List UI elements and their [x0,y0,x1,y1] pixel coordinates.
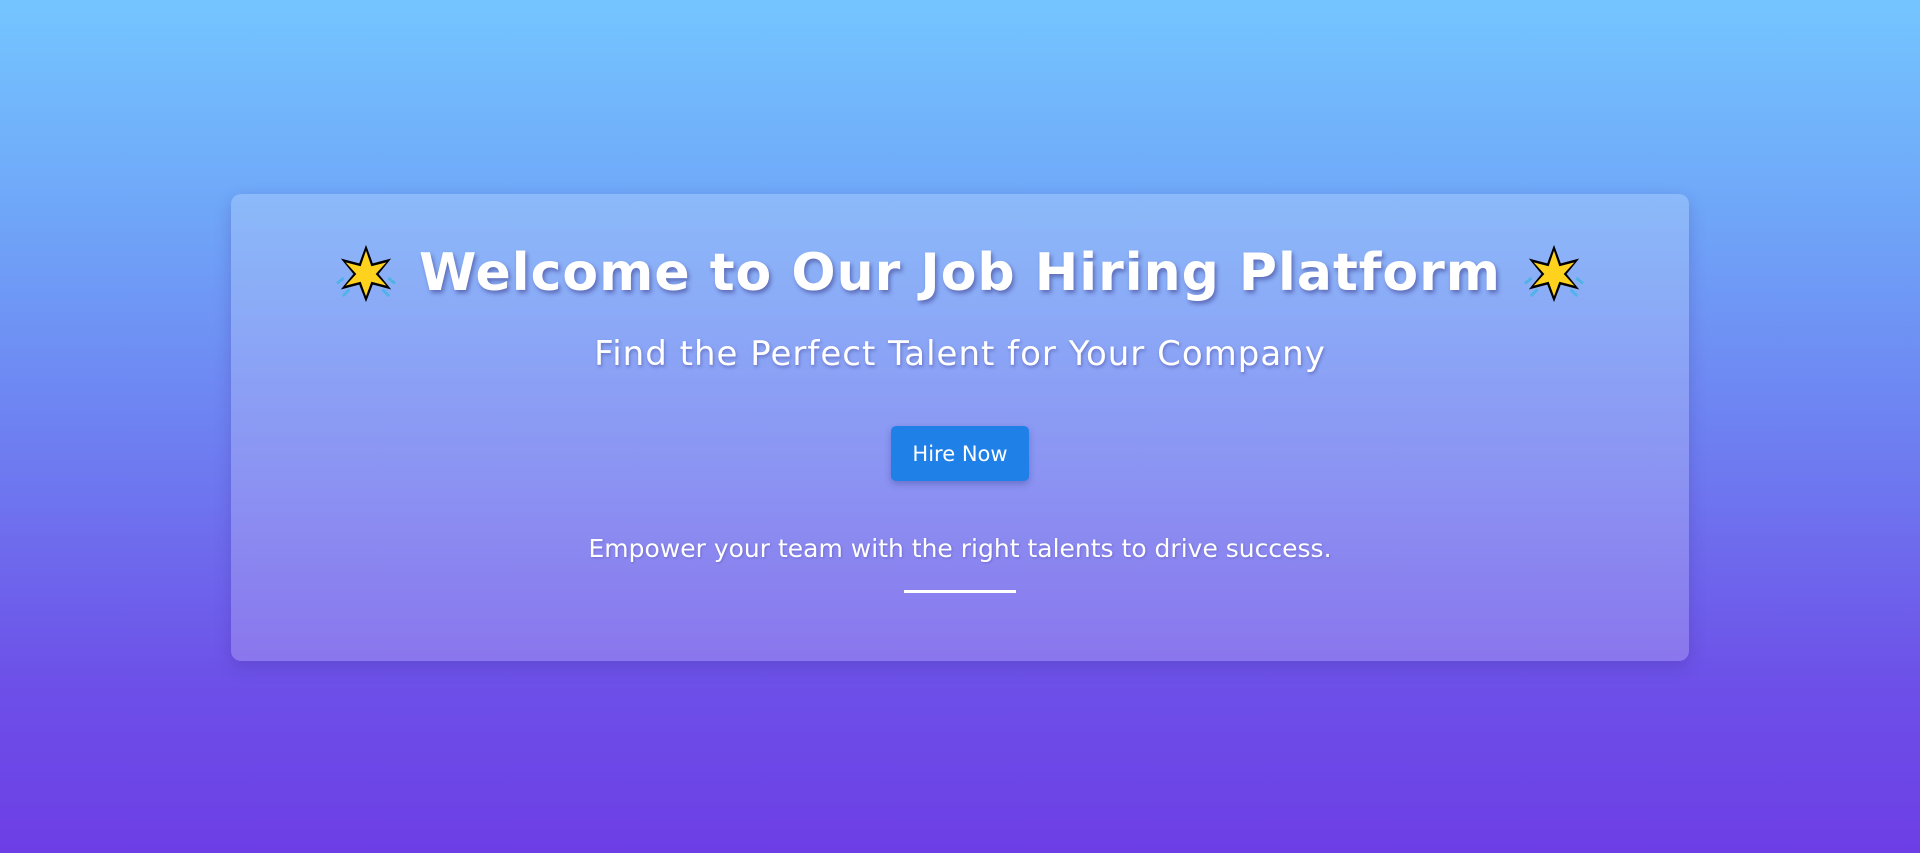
glowing-star-icon [336,244,396,303]
hero-card: Welcome to Our Job Hiring Platform Find … [231,194,1689,661]
tagline: Empower your team with the right talents… [588,534,1332,563]
title-row: Welcome to Our Job Hiring Platform [231,242,1689,304]
page-title: Welcome to Our Job Hiring Platform [419,243,1501,303]
divider [904,590,1016,593]
hire-now-button[interactable]: Hire Now [891,426,1029,481]
glowing-star-icon [1524,244,1584,303]
page-subtitle: Find the Perfect Talent for Your Company [594,334,1326,374]
